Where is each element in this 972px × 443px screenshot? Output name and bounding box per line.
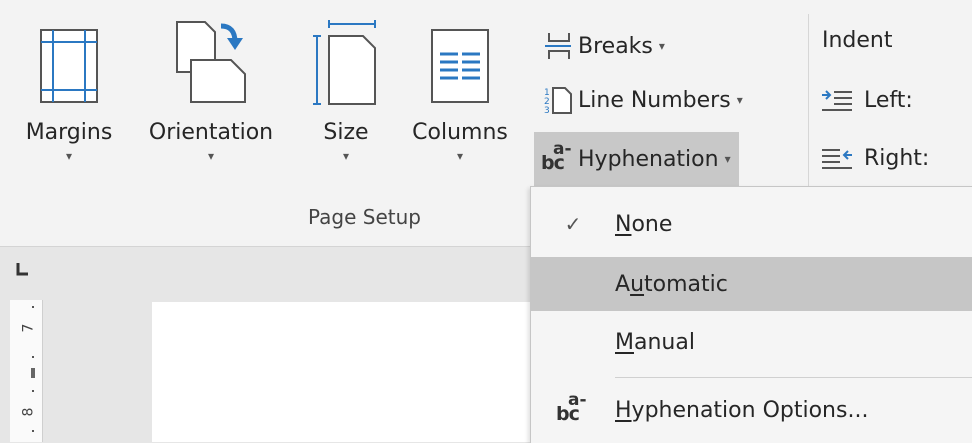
hyphenation-menu: ✓ None Automatic Manual a-bc Hyphenation… [530,186,972,443]
indent-right-field[interactable]: Right: [820,136,929,180]
menu-item-label: Automatic [615,271,728,297]
size-label: Size [323,120,369,145]
svg-text:3: 3 [544,106,550,115]
columns-button[interactable]: Columns ▾ [400,14,520,214]
chevron-down-icon: ▾ [65,149,73,163]
hyphenation-button[interactable]: a-bc Hyphenation ▾ [534,132,739,186]
orientation-label: Orientation [148,120,274,145]
indent-left-field[interactable]: Left: [820,78,913,122]
tab-selector-icon[interactable] [14,260,32,278]
indent-left-icon [820,88,864,112]
indent-left-label: Left: [864,87,913,113]
margins-icon [37,14,101,106]
menu-item-automatic[interactable]: Automatic [531,257,972,311]
margins-label: Margins [25,120,113,145]
ruler-tick [31,368,35,378]
document-page[interactable] [152,302,552,442]
chevron-down-icon: ▾ [456,149,464,163]
menu-item-label: Hyphenation Options... [615,397,869,423]
line-numbers-label: Line Numbers [578,87,731,113]
breaks-label: Breaks [578,33,653,59]
chevron-down-icon: ▾ [724,152,731,166]
indent-right-icon [820,146,864,170]
checkmark-icon: ✓ [564,212,582,236]
orientation-icon [171,14,251,106]
menu-item-hyphenation-options[interactable]: a-bc Hyphenation Options... [531,383,972,437]
chevron-down-icon: ▾ [342,149,350,163]
indent-title: Indent [822,28,893,53]
chevron-down-icon: ▾ [207,149,215,163]
menu-item-none[interactable]: ✓ None [531,197,972,251]
hyphenation-icon: a-bc [541,139,572,174]
chevron-down-icon: ▾ [658,39,665,53]
vertical-ruler[interactable]: 7 8 [10,300,43,442]
page-setup-group-label: Page Setup [308,205,421,229]
columns-label: Columns [412,120,508,145]
menu-item-label: Manual [615,329,695,355]
columns-icon [428,14,492,106]
chevron-down-icon: ▾ [736,93,743,107]
breaks-icon [538,31,578,61]
indent-right-label: Right: [864,145,930,171]
size-button[interactable]: Size ▾ [306,14,386,214]
ruler-tick [32,390,34,392]
orientation-button[interactable]: Orientation ▾ [136,14,286,214]
ruler-number: 7 [20,323,37,333]
breaks-button[interactable]: Breaks ▾ [534,24,673,68]
menu-item-label: None [615,211,673,237]
menu-item-manual[interactable]: Manual [531,315,972,369]
ruler-number: 8 [20,407,37,417]
margins-button[interactable]: Margins ▾ [14,14,124,214]
size-icon [313,14,379,106]
ruler-tick [32,356,34,358]
line-numbers-icon: 1 2 3 [538,85,578,115]
hyphenation-icon: a-bc [556,390,587,425]
hyphenation-label: Hyphenation [578,146,719,172]
ruler-tick [32,306,34,308]
menu-separator [615,377,972,378]
line-numbers-button[interactable]: 1 2 3 Line Numbers ▾ [534,78,751,122]
ruler-tick [32,430,34,432]
